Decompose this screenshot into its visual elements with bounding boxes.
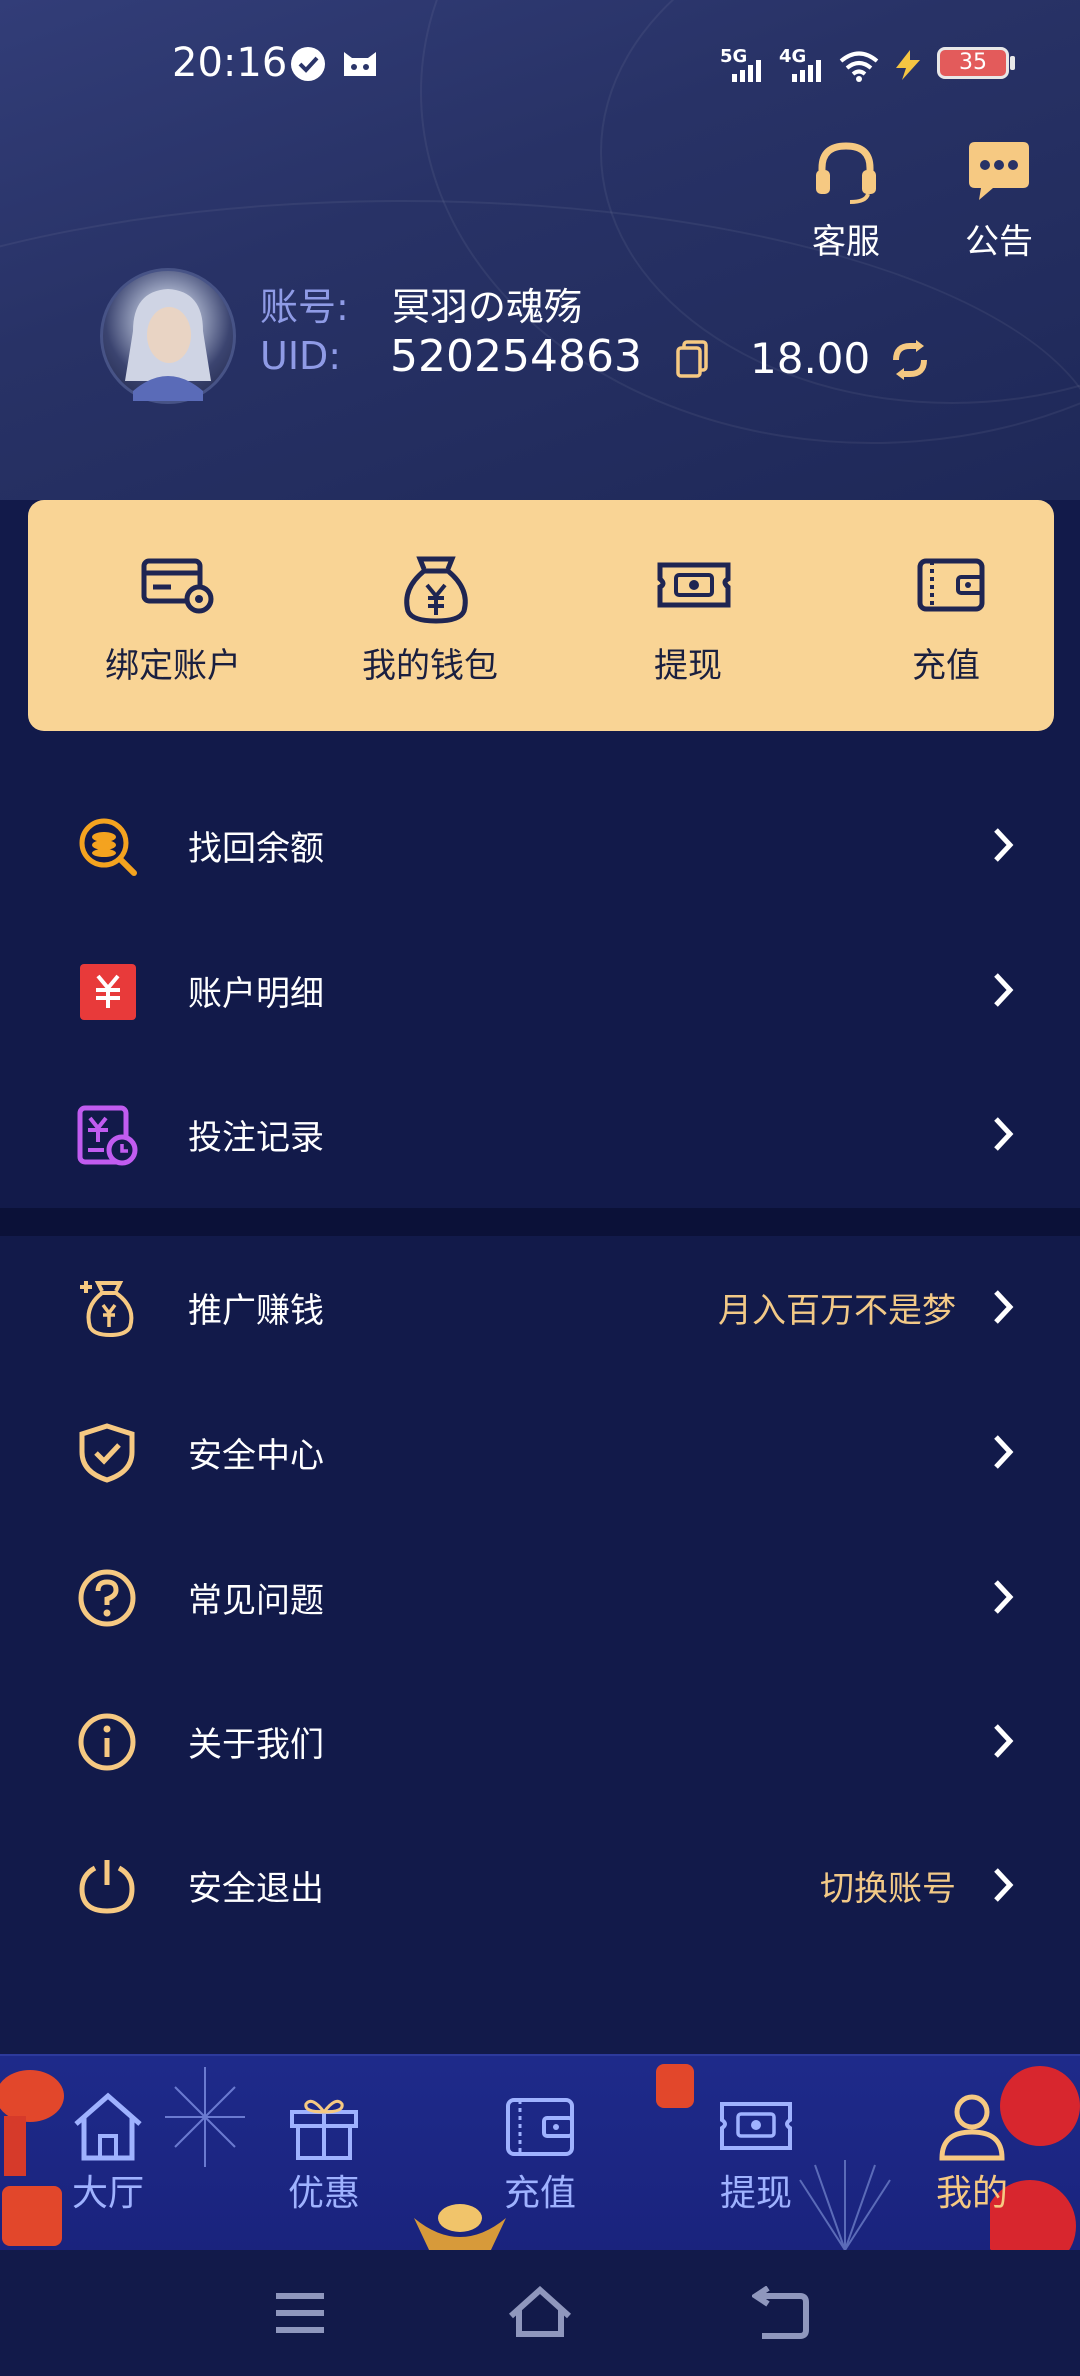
bind-account-button[interactable]: 绑定账户 [63,500,283,731]
battery-indicator: 35 [937,47,1009,79]
tab-label: 优惠 [287,2173,360,2214]
withdraw-button[interactable]: 提现 [578,500,798,731]
recharge-button[interactable]: 充值 [836,500,1056,731]
avatar-portrait-icon [125,289,211,401]
refresh-icon[interactable] [888,338,932,382]
balance-value: 18.00 [750,334,871,383]
system-nav-bar [0,2250,1080,2376]
chevron-right-icon [994,828,1014,862]
tab-label: 充值 [503,2173,576,2214]
menu-item-logout[interactable]: 安全退出 切换账号 [0,1813,1080,1957]
quick-actions-card: 绑定账户 我的钱包 提现 充值 [28,500,1054,731]
my-wallet-label: 我的钱包 [362,646,498,686]
home-nav-icon[interactable] [507,2286,573,2338]
menu-label: 账户明细 [188,974,324,1014]
question-icon [78,1569,136,1627]
uid-value: 520254863 [390,331,642,382]
menu-label: 关于我们 [188,1725,324,1765]
announcement-button[interactable]: 公告 [944,140,1054,263]
power-icon [79,1860,135,1914]
promo-money-icon [80,1281,134,1338]
wallet-icon [506,2098,574,2156]
section-divider [0,1208,1080,1236]
withdraw-label: 提现 [654,646,722,686]
menu-label: 投注记录 [188,1118,324,1158]
menu-item-about-us[interactable]: 关于我们 [0,1669,1080,1813]
bottom-tab-bar: 大厅 优惠 充值 提现 我的 [0,2054,1080,2252]
switch-account-link[interactable]: 切换账号 [820,1861,956,1910]
cash-ticket-icon [720,2102,792,2150]
user-icon [939,2094,1005,2161]
my-wallet-button[interactable]: 我的钱包 [320,500,540,731]
uid-label: UID: [260,334,342,378]
signal-bars-icon [792,60,821,82]
menu-item-bet-records[interactable]: 投注记录 [0,1062,1080,1206]
yen-ledger-icon [80,964,136,1020]
menu-item-recover-balance[interactable]: 找回余额 [0,773,1080,917]
back-icon[interactable] [752,2286,810,2340]
chevron-right-icon [994,1290,1014,1324]
tab-label: 我的 [935,2173,1008,2214]
recharge-label: 充值 [912,646,980,686]
wallet-icon [917,558,985,612]
customer-service-label: 客服 [812,222,880,262]
status-time: 20:16 [172,40,288,86]
menu-icon[interactable] [272,2290,328,2336]
headset-icon [816,142,876,204]
tab-mine[interactable]: 我的 [892,2056,1052,2252]
menu-item-security-center[interactable]: 安全中心 [0,1380,1080,1524]
account-name: 冥羽の魂殇 [392,285,583,329]
tab-label: 提现 [719,2173,792,2214]
gift-icon [290,2099,358,2160]
chevron-right-icon [994,1724,1014,1758]
announcement-label: 公告 [965,222,1033,262]
chevron-right-icon [994,1117,1014,1151]
battery-tip [1010,56,1015,70]
charging-icon [896,50,920,80]
card-settings-icon [141,558,214,614]
promo-slogan: 月入百万不是梦 [718,1291,956,1331]
account-label: 账号: [260,285,349,329]
signal-bars-icon [732,60,761,82]
cash-ticket-icon [657,562,731,608]
chevron-right-icon [994,1868,1014,1902]
menu-label: 安全中心 [188,1436,324,1476]
tab-lobby[interactable]: 大厅 [28,2056,188,2252]
status-bar: 20:16 5G 4G 35 [0,0,1080,130]
money-bag-icon [404,556,468,624]
menu-item-promote-earn[interactable]: 推广赚钱 月入百万不是梦 [0,1235,1080,1379]
info-icon [78,1713,136,1771]
menu-item-faq[interactable]: 常见问题 [0,1525,1080,1669]
tab-withdraw[interactable]: 提现 [676,2056,836,2252]
wifi-icon [839,51,879,82]
menu-label: 推广赚钱 [188,1291,324,1331]
chevron-right-icon [994,1435,1014,1469]
menu-label: 安全退出 [188,1869,324,1909]
profile-header: 20:16 5G 4G 35 客服 公告 账号: 冥羽の魂殇 UID: 5202… [0,0,1080,500]
menu-item-account-details[interactable]: 账户明细 [0,918,1080,1062]
shield-check-icon [79,1423,135,1483]
home-icon [74,2092,142,2161]
customer-service-button[interactable]: 客服 [791,140,901,263]
chevron-right-icon [994,973,1014,1007]
menu-label: 找回余额 [188,829,324,869]
tab-recharge[interactable]: 充值 [460,2056,620,2252]
message-bubble-icon [969,142,1029,200]
tab-promotions[interactable]: 优惠 [244,2056,404,2252]
bind-account-label: 绑定账户 [105,646,241,686]
tab-label: 大厅 [71,2173,144,2214]
menu-label: 常见问题 [188,1581,324,1621]
chevron-right-icon [994,1580,1014,1614]
verified-icon [291,47,325,81]
coin-search-icon [79,818,137,876]
avatar[interactable] [100,268,236,404]
copy-icon[interactable] [676,340,710,378]
bet-record-icon [77,1105,138,1166]
app-notification-icon [344,52,376,76]
